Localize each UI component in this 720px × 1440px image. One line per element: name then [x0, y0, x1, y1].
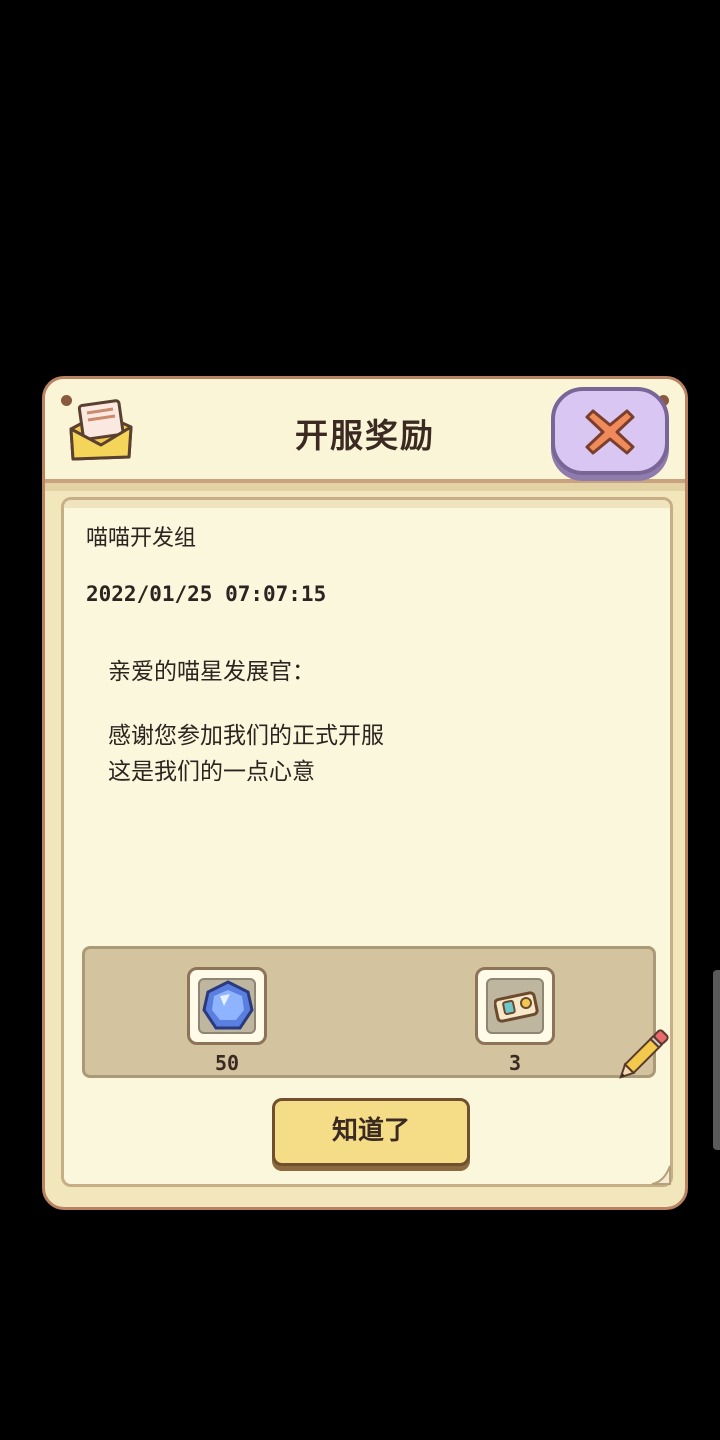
rewards-box: 50 3: [82, 946, 656, 1078]
reward-slot[interactable]: [187, 967, 267, 1045]
mail-body-line: 这是我们的一点心意: [108, 759, 315, 785]
mail-sender: 喵喵开发组: [86, 526, 197, 551]
close-button[interactable]: [551, 387, 669, 475]
blue-gem-icon: [202, 980, 254, 1030]
reward-count: 50: [214, 1051, 240, 1075]
confirm-button[interactable]: 知道了: [272, 1098, 470, 1166]
reward-count: 3: [508, 1051, 522, 1075]
mail-greeting: 亲爱的喵星发展官：: [108, 659, 315, 685]
ticket-icon: [494, 991, 539, 1023]
dialog-header: 开服奖励: [45, 379, 685, 491]
mail-body-line: 感谢您参加我们的正式开服: [108, 723, 384, 749]
mail-timestamp: 2022/01/25 07:07:15: [86, 582, 327, 606]
pencil-icon: [619, 1029, 669, 1079]
mail-paper: 喵喵开发组 2022/01/25 07:07:15 亲爱的喵星发展官： 感谢您参…: [61, 497, 673, 1187]
close-x-icon: [585, 409, 635, 455]
page-curl-icon: [651, 1165, 671, 1185]
side-scroll-handle[interactable]: [713, 970, 720, 1150]
reward-mail-dialog: 开服奖励 喵喵开发组 2022/01/25 07:07:15 亲爱的喵星发展官：…: [42, 376, 688, 1210]
reward-slot[interactable]: [475, 967, 555, 1045]
screen: 开服奖励 喵喵开发组 2022/01/25 07:07:15 亲爱的喵星发展官：…: [0, 0, 720, 1440]
reward-item-gem[interactable]: 50: [187, 967, 267, 1075]
reward-item-ticket[interactable]: 3: [475, 967, 555, 1075]
